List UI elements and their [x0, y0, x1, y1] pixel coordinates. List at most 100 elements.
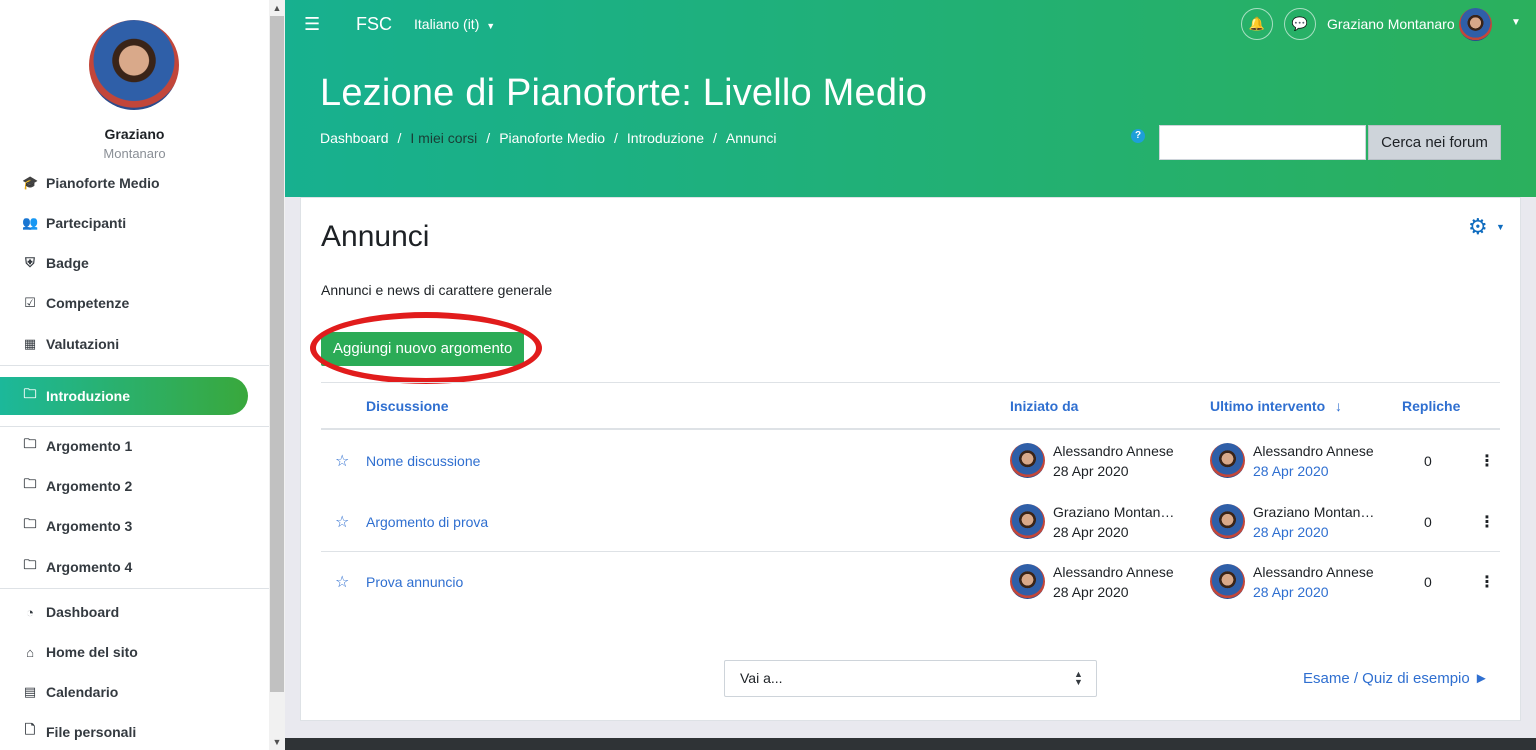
- folder-icon: 🗀: [23, 516, 37, 531]
- breadcrumb-item-dashboard[interactable]: Dashboard: [320, 130, 389, 146]
- avatar[interactable]: [1010, 443, 1045, 478]
- sidebar-scrollbar[interactable]: ▲ ▼: [269, 0, 285, 750]
- more-actions-icon[interactable]: ⋮: [1479, 451, 1495, 471]
- last-post-date-link[interactable]: 28 Apr 2020: [1253, 524, 1329, 540]
- starter-name: Graziano Montanaro: [1053, 504, 1178, 520]
- breadcrumb: Dashboard / I miei corsi / Pianoforte Me…: [320, 130, 777, 146]
- home-icon: ⌂: [26, 644, 34, 660]
- star-icon[interactable]: ☆: [335, 572, 349, 592]
- more-actions-icon[interactable]: ⋮: [1479, 512, 1495, 532]
- avatar[interactable]: [1210, 564, 1245, 599]
- gear-icon[interactable]: ⚙: [1468, 214, 1488, 240]
- folder-icon: 🗀: [23, 557, 37, 572]
- file-icon: 🗋: [24, 722, 36, 737]
- breadcrumb-item-current[interactable]: Annunci: [726, 130, 777, 146]
- forum-search-button[interactable]: Cerca nei forum: [1368, 125, 1501, 160]
- sidebar-item-label: Argomento 3: [46, 518, 133, 534]
- sidebar-drawer: Graziano Montanaro 🎓 Pianoforte Medio 👥 …: [0, 0, 269, 750]
- sidebar-item-label: Badge: [46, 255, 89, 271]
- user-last-name: Montanaro: [103, 146, 166, 161]
- sidebar-item-label: Partecipanti: [46, 215, 127, 231]
- avatar[interactable]: [1210, 443, 1245, 478]
- forum-intro: Annunci e news di carattere generale: [321, 282, 553, 298]
- chevron-down-icon[interactable]: ▼: [1496, 222, 1505, 232]
- scroll-up-arrow-icon[interactable]: ▲: [269, 0, 285, 16]
- breadcrumb-item-section[interactable]: Introduzione: [627, 130, 704, 146]
- sidebar-item-argomento-2[interactable]: 🗀 Argomento 2: [0, 467, 269, 505]
- sidebar-item-dashboard[interactable]: ◔ Dashboard: [0, 593, 269, 631]
- page-header-band: [285, 0, 1536, 230]
- sidebar-item-argomento-3[interactable]: 🗀 Argomento 3: [0, 507, 269, 545]
- breadcrumb-item-miei-corsi[interactable]: I miei corsi: [410, 130, 477, 146]
- forum-title: Annunci: [321, 220, 430, 253]
- sidebar-item-argomento-4[interactable]: 🗀 Argomento 4: [0, 548, 269, 586]
- shield-icon: ⛨: [25, 255, 35, 270]
- sidebar-item-file-personali[interactable]: 🗋 File personali: [0, 713, 269, 750]
- replies-count: 0: [1424, 514, 1432, 530]
- sidebar-item-calendario[interactable]: ▤ Calendario: [0, 673, 269, 711]
- user-first-name: Graziano: [104, 126, 165, 142]
- sidebar-item-label: Calendario: [46, 684, 119, 700]
- scrollbar-thumb[interactable]: [270, 16, 284, 692]
- avatar[interactable]: [1010, 564, 1045, 599]
- sidebar-item-pianoforte-medio[interactable]: 🎓 Pianoforte Medio: [0, 164, 269, 202]
- discussion-link[interactable]: Argomento di prova: [366, 514, 488, 530]
- sidebar-item-home[interactable]: ⌂ Home del sito: [0, 633, 269, 671]
- page-footer: [285, 738, 1536, 750]
- column-header-started-by[interactable]: Iniziato da: [1010, 398, 1078, 414]
- table-icon: ▦: [23, 336, 37, 351]
- more-actions-icon[interactable]: ⋮: [1479, 572, 1495, 592]
- star-icon[interactable]: ☆: [335, 512, 349, 532]
- start-date: 28 Apr 2020: [1053, 524, 1129, 540]
- last-post-date-link[interactable]: 28 Apr 2020: [1253, 584, 1329, 600]
- user-avatar[interactable]: [89, 20, 179, 110]
- messages-button[interactable]: 💬: [1284, 8, 1316, 40]
- discussion-link[interactable]: Prova annuncio: [366, 574, 463, 590]
- column-header-discussion[interactable]: Discussione: [366, 398, 448, 414]
- column-header-replies[interactable]: Repliche: [1402, 398, 1460, 414]
- table-header-border: [321, 428, 1500, 430]
- sidebar-item-valutazioni[interactable]: ▦ Valutazioni: [0, 325, 269, 363]
- discussion-link[interactable]: Nome discussione: [366, 453, 480, 469]
- avatar[interactable]: [1210, 504, 1245, 539]
- replies-count: 0: [1424, 574, 1432, 590]
- sidebar-divider: [0, 365, 269, 366]
- column-header-label: Ultimo intervento: [1210, 398, 1326, 414]
- user-menu-avatar[interactable]: [1459, 8, 1492, 41]
- avatar[interactable]: [1010, 504, 1045, 539]
- sort-down-arrow-icon: ↓: [1335, 398, 1343, 414]
- star-icon[interactable]: ☆: [335, 451, 349, 471]
- hamburger-menu-icon[interactable]: ☰: [304, 14, 320, 35]
- sidebar-item-argomento-1[interactable]: 🗀 Argomento 1: [0, 427, 269, 465]
- chevron-down-icon: ▼: [486, 21, 496, 31]
- sidebar-item-label: Argomento 1: [46, 438, 133, 454]
- last-post-author: Alessandro Annese: [1253, 564, 1374, 580]
- notifications-button[interactable]: 🔔: [1241, 8, 1273, 40]
- last-post-author: Graziano Montanaro: [1253, 504, 1378, 520]
- sidebar-item-introduzione[interactable]: 🗀 Introduzione: [0, 377, 248, 415]
- language-menu[interactable]: Italiano (it) ▼: [414, 16, 495, 32]
- sidebar-item-label: Home del sito: [46, 644, 138, 660]
- column-header-last-post[interactable]: Ultimo intervento ↓: [1210, 398, 1342, 414]
- language-label: Italiano (it): [414, 16, 480, 32]
- user-menu-name[interactable]: Graziano Montanaro: [1327, 16, 1455, 32]
- sidebar-item-badge[interactable]: ⛨ Badge: [0, 244, 269, 282]
- graduation-cap-icon: 🎓: [22, 175, 39, 190]
- user-menu-caret-icon[interactable]: ▼: [1511, 17, 1521, 28]
- dashboard-icon: ◔: [26, 604, 34, 620]
- folder-icon: 🗀: [23, 436, 37, 451]
- forum-card: [300, 197, 1521, 721]
- last-post-date-link[interactable]: 28 Apr 2020: [1253, 463, 1329, 479]
- breadcrumb-item-course[interactable]: Pianoforte Medio: [499, 130, 605, 146]
- help-icon[interactable]: ?: [1131, 129, 1145, 143]
- sidebar-item-partecipanti[interactable]: 👥 Partecipanti: [0, 204, 269, 242]
- jump-to-select[interactable]: Vai a...: [724, 660, 1097, 697]
- scroll-down-arrow-icon[interactable]: ▼: [269, 734, 285, 750]
- forum-search-input[interactable]: [1159, 125, 1366, 160]
- sidebar-item-competenze[interactable]: ☑ Competenze: [0, 284, 269, 322]
- site-brand[interactable]: FSC: [356, 14, 392, 35]
- sidebar-item-label: Valutazioni: [46, 336, 120, 352]
- starter-name: Alessandro Annese: [1053, 564, 1174, 580]
- chat-bubble-icon: 💬: [1291, 16, 1309, 31]
- next-activity-link[interactable]: Esame / Quiz di esempio ►: [1303, 670, 1489, 687]
